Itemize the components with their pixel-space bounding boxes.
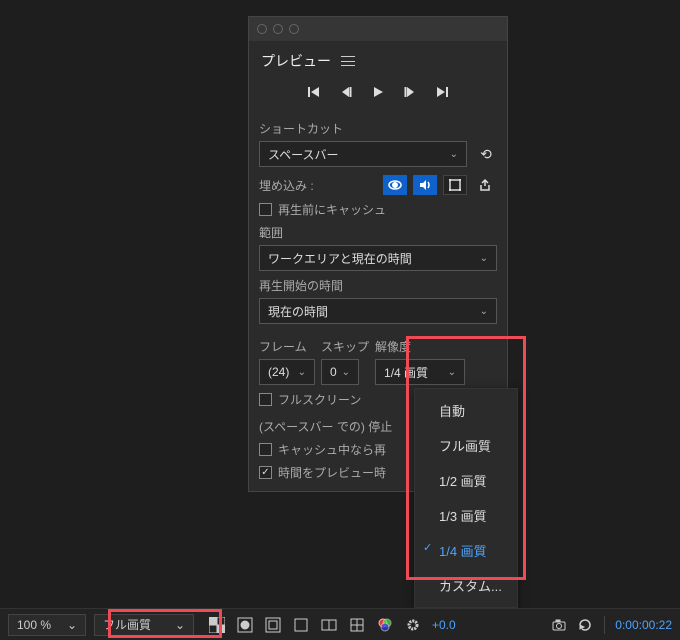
embed-label: 埋め込み :: [259, 177, 314, 194]
footer-bar: 100 %⌄ フル画質⌄ +0.0 0:00:00:22: [0, 608, 680, 640]
prev-frame-button[interactable]: [339, 85, 353, 102]
panel-menu-icon[interactable]: [341, 56, 355, 66]
frame-select[interactable]: (24)⌄: [259, 359, 315, 385]
resolution-label: 解像度: [375, 338, 465, 355]
grid-icon[interactable]: [348, 616, 366, 634]
resolution-option-half[interactable]: 1/2 画質: [415, 463, 517, 498]
panel-title: プレビュー: [261, 51, 331, 71]
resolution-option-custom[interactable]: カスタム...: [415, 568, 517, 603]
mask-icon[interactable]: [236, 616, 254, 634]
shortcut-label: ショートカット: [259, 120, 497, 137]
skip-label: スキップ: [321, 338, 369, 355]
frame-label: フレーム: [259, 338, 315, 355]
timecode[interactable]: 0:00:00:22: [615, 618, 672, 632]
video-toggle-icon[interactable]: [383, 175, 407, 195]
last-frame-button[interactable]: [435, 85, 449, 102]
snapshot-icon[interactable]: [550, 616, 568, 634]
window-titlebar: [249, 17, 507, 41]
range-select[interactable]: ワークエリアと現在の時間⌄: [259, 245, 497, 271]
next-frame-button[interactable]: [403, 85, 417, 102]
zoom-select[interactable]: 100 %⌄: [8, 614, 86, 636]
resolution-option-auto[interactable]: 自動: [415, 393, 517, 428]
playfrom-select[interactable]: 現在の時間⌄: [259, 298, 497, 324]
resolution-dropdown: 自動 フル画質 1/2 画質 1/3 画質 1/4 画質 カスタム...: [414, 388, 518, 608]
resolution-option-full[interactable]: フル画質: [415, 428, 517, 463]
resolution-option-third[interactable]: 1/3 画質: [415, 498, 517, 533]
transparency-grid-icon[interactable]: [208, 616, 226, 634]
shortcut-select[interactable]: スペースバー⌄: [259, 141, 467, 167]
playback-controls: [249, 81, 507, 114]
exposure-icon[interactable]: [404, 616, 422, 634]
footer-icons: +0.0: [208, 616, 456, 634]
resolution-option-quarter[interactable]: 1/4 画質: [415, 533, 517, 568]
refresh-icon[interactable]: [576, 616, 594, 634]
resolution-select[interactable]: 1/4 画質⌄: [375, 359, 465, 385]
overlay-toggle-icon[interactable]: [443, 175, 467, 195]
channels-icon[interactable]: [376, 616, 394, 634]
playfrom-label: 再生開始の時間: [259, 277, 497, 294]
safe-zones-icon[interactable]: [320, 616, 338, 634]
skip-select[interactable]: 0⌄: [321, 359, 359, 385]
range-label: 範囲: [259, 224, 497, 241]
first-frame-button[interactable]: [307, 85, 321, 102]
audio-toggle-icon[interactable]: [413, 175, 437, 195]
window-close-dot[interactable]: [257, 24, 267, 34]
guides-icon[interactable]: [292, 616, 310, 634]
footer-resolution-select[interactable]: フル画質⌄: [94, 614, 194, 636]
exposure-value[interactable]: +0.0: [432, 618, 456, 632]
region-icon[interactable]: [264, 616, 282, 634]
window-min-dot[interactable]: [273, 24, 283, 34]
reset-button[interactable]: ⟲: [475, 143, 497, 165]
window-max-dot[interactable]: [289, 24, 299, 34]
panel-header: プレビュー: [249, 41, 507, 81]
play-button[interactable]: [371, 85, 385, 102]
share-icon[interactable]: [473, 175, 497, 195]
cache-before-play-checkbox[interactable]: 再生前にキャッシュ: [259, 201, 497, 218]
